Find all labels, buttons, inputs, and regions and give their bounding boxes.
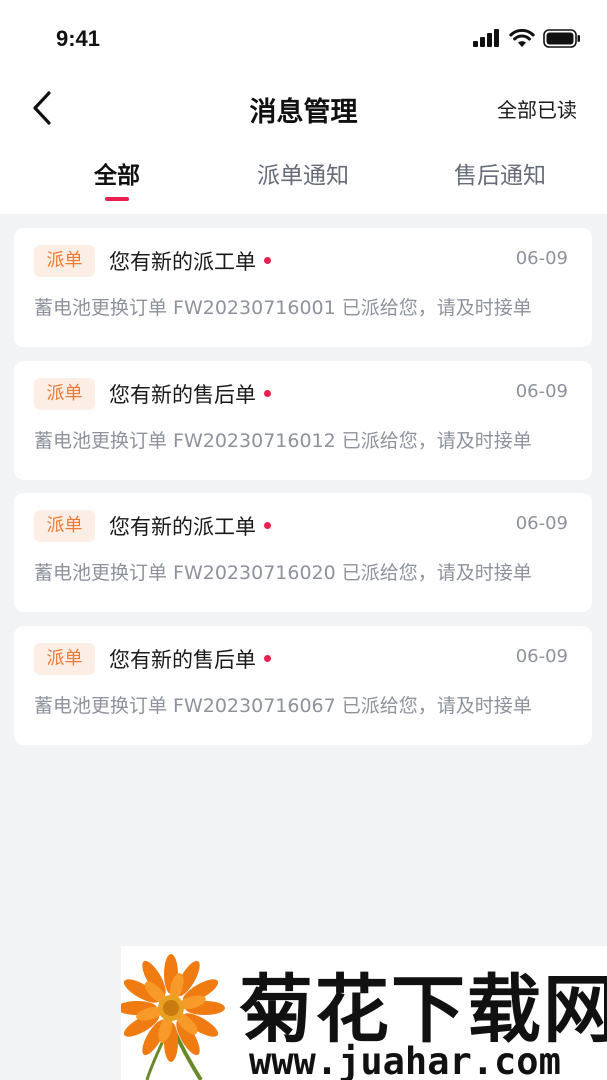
tab-after-sales-label: 售后通知 [454, 163, 546, 189]
wifi-icon [509, 28, 535, 47]
message-body: 蓄电池更换订单 FW20230716020 已派给您，请及时接单 [34, 562, 532, 584]
message-title-text: 您有新的售后单 [109, 383, 256, 407]
watermark-url: www.juahar.com [249, 1040, 561, 1080]
message-title: 您有新的派工单 [109, 246, 271, 276]
top-panel: 9:41 消息管理 全部已读 全部 派单通知 售后通知 [0, 0, 607, 214]
message-title-text: 您有新的派工单 [109, 515, 256, 539]
message-card[interactable]: 派单 您有新的售后单 06-09 蓄电池更换订单 FW20230716067 已… [14, 626, 592, 745]
tab-bar: 全部 派单通知 售后通知 [0, 156, 607, 208]
tab-dispatch[interactable]: 派单通知 [223, 156, 383, 190]
message-title: 您有新的派工单 [109, 511, 271, 541]
signal-icon [473, 29, 499, 47]
mark-all-read-button[interactable]: 全部已读 [497, 94, 577, 123]
message-title: 您有新的售后单 [109, 379, 271, 409]
watermark-banner: 菊花下载网 www.juahar.com [121, 946, 607, 1080]
message-type-badge: 派单 [34, 378, 95, 410]
tab-dispatch-label: 派单通知 [257, 163, 349, 189]
message-card[interactable]: 派单 您有新的派工单 06-09 蓄电池更换订单 FW20230716020 已… [14, 493, 592, 612]
unread-dot [264, 654, 271, 662]
status-bar: 9:41 [0, 0, 607, 80]
message-type-badge: 派单 [34, 643, 95, 675]
message-body: 蓄电池更换订单 FW20230716012 已派给您，请及时接单 [34, 430, 532, 452]
tab-active-indicator [105, 197, 129, 201]
nav-bar: 消息管理 全部已读 [0, 80, 607, 136]
message-title: 您有新的售后单 [109, 644, 271, 674]
message-title-text: 您有新的售后单 [109, 648, 256, 672]
unread-dot [264, 256, 271, 264]
message-title-text: 您有新的派工单 [109, 250, 256, 274]
message-date: 06-09 [515, 381, 568, 402]
message-type-badge: 派单 [34, 245, 95, 277]
message-date: 06-09 [515, 248, 568, 269]
tab-all-label: 全部 [94, 163, 140, 189]
battery-icon [543, 28, 580, 48]
status-icons [473, 28, 581, 48]
tab-after-sales[interactable]: 售后通知 [420, 156, 580, 190]
message-type-badge: 派单 [34, 510, 95, 542]
message-card[interactable]: 派单 您有新的售后单 06-09 蓄电池更换订单 FW20230716012 已… [14, 361, 592, 480]
unread-dot [264, 389, 271, 397]
message-date: 06-09 [515, 513, 568, 534]
tab-all[interactable]: 全部 [37, 156, 197, 201]
unread-dot [264, 521, 271, 529]
message-body: 蓄电池更换订单 FW20230716067 已派给您，请及时接单 [34, 695, 532, 717]
message-date: 06-09 [515, 646, 568, 667]
flower-icon [121, 954, 225, 1080]
message-card[interactable]: 派单 您有新的派工单 06-09 蓄电池更换订单 FW20230716001 已… [14, 228, 592, 347]
status-time: 9:41 [56, 26, 101, 51]
message-body: 蓄电池更换订单 FW20230716001 已派给您，请及时接单 [34, 297, 532, 319]
